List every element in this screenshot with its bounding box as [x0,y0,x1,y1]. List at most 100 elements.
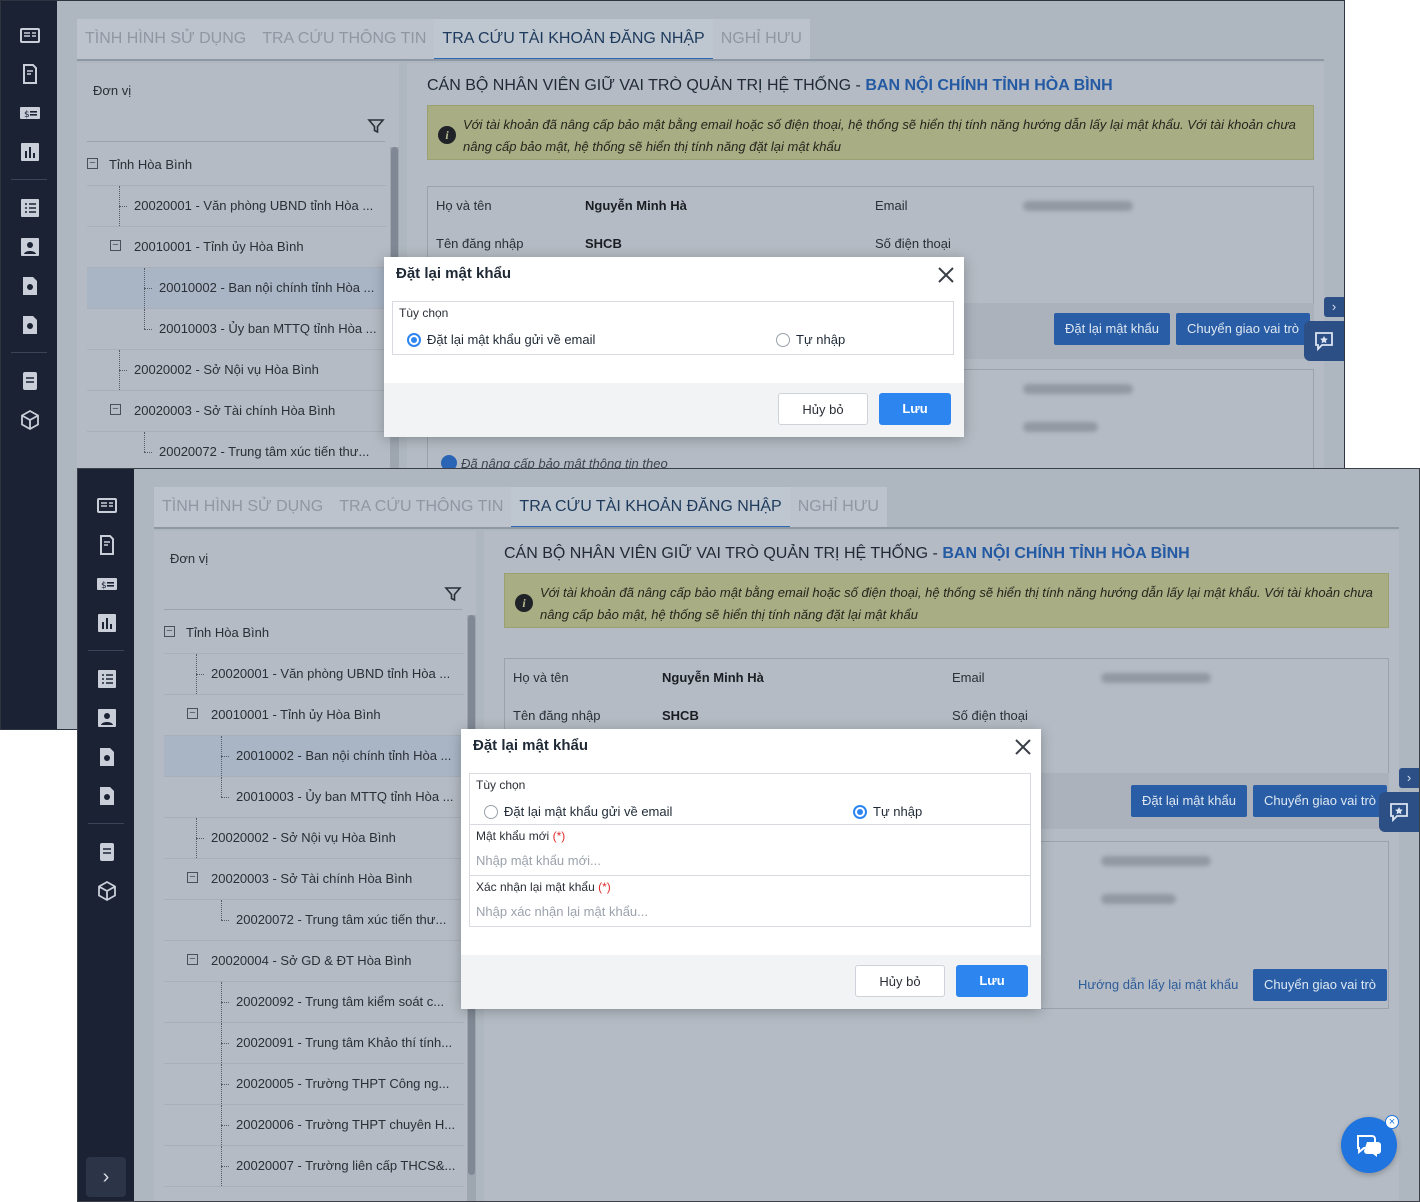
tree-node[interactable]: − Tỉnh Hòa Bình [164,613,464,654]
chat-button[interactable]: × [1341,1115,1399,1173]
close-chat-icon[interactable]: × [1385,1115,1399,1129]
database-icon[interactable] [96,841,118,863]
info-banner: i Với tài khoản đã nâng cấp bảo mật bằng… [427,105,1314,160]
collapse-icon[interactable]: − [110,240,121,251]
svg-text:$: $ [101,581,107,591]
tree-node[interactable]: − Tỉnh Hòa Bình [87,145,387,186]
unit-panel: Đơn vị − Tỉnh Hòa Bình 20020001 - Văn phò… [154,531,476,1201]
invoice-icon[interactable] [96,534,118,556]
user-card-icon[interactable] [96,707,118,729]
tab-lookup-info[interactable]: TRA CỨU THÔNG TIN [331,487,511,529]
tree-node[interactable]: −20020003 - Sở Tài chính Hòa Bình [164,859,464,900]
filter-icon[interactable] [367,117,385,135]
collapse-panel-icon[interactable]: › [1324,297,1344,317]
tree-node[interactable]: −20020004 - Sở GD & ĐT Hòa Bình [164,941,464,982]
reset-form: Tùy chọn Đặt lại mật khẩu gửi về email T… [469,773,1031,927]
tab-usage[interactable]: TÌNH HÌNH SỬ DỤNG [154,487,331,529]
info-icon: i [515,594,533,612]
tree-node[interactable]: 20020072 - Trung tâm xúc tiến thư... [164,900,464,941]
dashboard-icon[interactable] [96,495,118,517]
tree-node[interactable]: 20020072 - Trung tâm xúc tiến thư... [87,432,387,473]
close-icon[interactable] [936,265,956,285]
feedback-button[interactable] [1379,792,1419,832]
tab-bar: TÌNH HÌNH SỬ DỤNG TRA CỨU THÔNG TIN TRA … [154,487,887,529]
file-settings-icon[interactable] [96,746,118,768]
list-icon[interactable] [96,668,118,690]
collapse-icon[interactable]: − [187,708,198,719]
unit-tree: − Tỉnh Hòa Bình 20020001 - Văn phòng UBND… [164,613,464,1187]
nav-rail: $ › [78,469,134,1201]
radio-manual[interactable]: Tự nhập [776,332,845,347]
cube-icon[interactable] [96,880,118,902]
new-password-field[interactable]: Mật khẩu mới (*) Nhập mật khẩu mới... [470,825,1030,876]
filter-icon[interactable] [444,585,462,603]
tree-node[interactable]: −20020003 - Sở Tài chính Hòa Bình [87,391,387,432]
panel-title: CÁN BỘ NHÂN VIÊN GIỮ VAI TRÒ QUẢN TRỊ HỆ… [504,545,1190,562]
tree-node-selected[interactable]: 20010002 - Ban nội chính tỉnh Hòa ... [164,736,464,777]
tree-node[interactable]: 20020001 - Văn phòng UBND tỉnh Hòa ... [87,186,387,227]
tab-lookup-account[interactable]: TRA CỨU TÀI KHOẢN ĐĂNG NHẬP [434,19,713,61]
reset-password-button[interactable]: Đặt lại mật khẩu [1054,313,1170,345]
option-group: Tùy chọn Đặt lại mật khẩu gửi về email T… [470,774,1030,825]
transfer-role-button[interactable]: Chuyển giao vai trò [1176,313,1311,345]
chat-icon [1357,1135,1381,1157]
collapse-panel-icon[interactable]: › [1399,768,1419,788]
chart-icon[interactable] [96,612,118,634]
collapse-icon[interactable]: − [187,872,198,883]
tree-node[interactable]: −20010001 - Tỉnh ủy Hòa Bình [164,695,464,736]
tree-node[interactable]: −20010001 - Tỉnh ủy Hòa Bình [87,227,387,268]
confirm-password-field[interactable]: Xác nhận lại mật khẩu (*) Nhập xác nhận … [470,876,1030,926]
tree-node[interactable]: 20010003 - Ủy ban MTTQ tỉnh Hòa ... [164,777,464,818]
info-banner: i Với tài khoản đã nâng cấp bảo mật bằng… [504,573,1389,628]
radio-manual[interactable]: Tự nhập [853,804,922,819]
tree-node[interactable]: 20020002 - Sở Nội vụ Hòa Bình [87,350,387,391]
tree-node[interactable]: 20020001 - Văn phòng UBND tỉnh Hòa ... [164,654,464,695]
unit-tree: − Tỉnh Hòa Bình 20020001 - Văn phòng UBND… [87,145,387,473]
dialog-footer: Hủy bỏ Lưu [461,955,1041,1009]
reset-password-dialog: Đặt lại mật khẩu Tùy chọn Đặt lại mật kh… [461,729,1041,1009]
tab-lookup-info[interactable]: TRA CỨU THÔNG TIN [254,19,434,61]
radio-email[interactable]: Đặt lại mật khẩu gửi về email [484,804,672,819]
collapse-icon[interactable]: − [110,404,121,415]
reset-password-dialog: Đặt lại mật khẩu Tùy chọn Đặt lại mật kh… [384,257,964,437]
tab-lookup-account[interactable]: TRA CỨU TÀI KHOẢN ĐĂNG NHẬP [511,487,790,529]
tree-node[interactable]: 20020006 - Trường THPT chuyên H... [164,1105,464,1146]
file-gear-icon[interactable] [96,785,118,807]
close-icon[interactable] [1013,737,1033,757]
feedback-button[interactable] [1304,321,1344,361]
unit-label: Đơn vị [93,83,132,98]
collapse-icon[interactable]: − [187,954,198,965]
new-password-input[interactable]: Nhập mật khẩu mới... [476,853,601,868]
tab-bar: TÌNH HÌNH SỬ DỤNG TRA CỨU THÔNG TIN TRA … [77,19,810,61]
recovery-guide-link[interactable]: Hướng dẫn lấy lại mật khẩu [1078,977,1238,992]
money-icon[interactable]: $ [96,573,118,595]
tree-node[interactable]: 20020091 - Trung tâm Khảo thí tính... [164,1023,464,1064]
save-button[interactable]: Lưu [879,393,951,425]
collapse-icon[interactable]: − [164,626,175,637]
confirm-password-input[interactable]: Nhập xác nhận lại mật khẩu... [476,904,648,919]
save-button[interactable]: Lưu [956,965,1028,997]
tree-node[interactable]: 20010003 - Ủy ban MTTQ tỉnh Hòa ... [87,309,387,350]
tree-node[interactable]: 20020002 - Sở Nội vụ Hòa Bình [164,818,464,859]
option-group: Tùy chọn Đặt lại mật khẩu gửi về email T… [392,301,954,355]
tab-retirement[interactable]: NGHỈ HƯU [790,487,887,529]
dialog-title: Đặt lại mật khẩu [396,265,512,282]
cancel-button[interactable]: Hủy bỏ [778,393,868,425]
panel-title: CÁN BỘ NHÂN VIÊN GIỮ VAI TRÒ QUẢN TRỊ HỆ… [427,77,1113,94]
tab-usage[interactable]: TÌNH HÌNH SỬ DỤNG [77,19,254,61]
radio-email[interactable]: Đặt lại mật khẩu gửi về email [407,332,595,347]
reset-password-button[interactable]: Đặt lại mật khẩu [1131,785,1247,817]
tree-node-selected[interactable]: 20010002 - Ban nội chính tỉnh Hòa ... [87,268,387,309]
tab-retirement[interactable]: NGHỈ HƯU [713,19,810,61]
expand-rail-icon[interactable]: › [86,1157,126,1197]
collapse-icon[interactable]: − [87,158,98,169]
tree-node[interactable]: 20020007 - Trường liên cấp THCS&... [164,1146,464,1187]
dialog-footer: Hủy bỏ Lưu [384,383,964,437]
transfer-role-button-2[interactable]: Chuyển giao vai trò [1253,969,1388,1001]
tree-node[interactable]: 20020092 - Trung tâm kiểm soát c... [164,982,464,1023]
info-icon: i [438,126,456,144]
transfer-role-button[interactable]: Chuyển giao vai trò [1253,785,1388,817]
cancel-button[interactable]: Hủy bỏ [855,965,945,997]
tree-node[interactable]: 20020005 - Trường THPT Công ng... [164,1064,464,1105]
screenshot-step-2: $ › TÌNH HÌNH SỬ DỤNG TRA CỨU THÔNG TIN … [77,468,1420,1202]
